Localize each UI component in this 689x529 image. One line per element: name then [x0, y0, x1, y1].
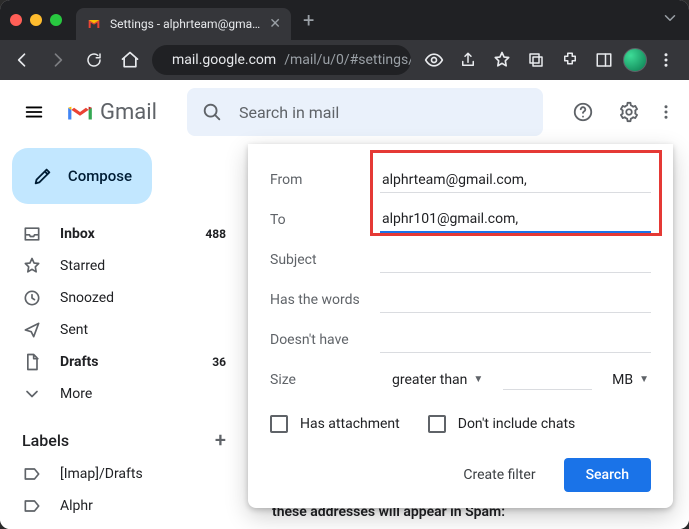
tab-close-icon[interactable]: ✕ — [269, 16, 281, 32]
size-operator-select[interactable]: greater than ▼ — [390, 368, 485, 393]
address-bar[interactable]: mail.google.com/mail/u/0/#settings/fi... — [152, 45, 411, 75]
compose-label: Compose — [68, 167, 132, 185]
label-item[interactable]: Alphr — [8, 490, 240, 522]
sidebar-item-label: More — [60, 386, 92, 402]
pencil-icon — [32, 165, 54, 187]
from-label: From — [270, 172, 380, 188]
size-operator-value: greater than — [392, 372, 467, 388]
has-words-label: Has the words — [270, 292, 380, 308]
no-chats-label: Don't include chats — [458, 416, 576, 432]
search-placeholder: Search in mail — [239, 103, 339, 122]
sidebar-item-count: 488 — [205, 227, 226, 241]
search-filter-panel: From To Subject Has the words — [248, 144, 673, 508]
sidebar-item-drafts[interactable]: Drafts 36 — [8, 346, 240, 378]
doesnt-have-label: Doesn't have — [270, 332, 380, 348]
url-path: /mail/u/0/#settings/fi... — [284, 52, 411, 68]
create-filter-button[interactable]: Create filter — [453, 459, 545, 491]
doesnt-have-input[interactable] — [380, 328, 651, 353]
label-icon — [22, 496, 42, 516]
size-value-input[interactable] — [503, 370, 592, 390]
hamburger-icon — [23, 101, 45, 123]
help-icon — [572, 101, 594, 123]
has-words-input[interactable] — [380, 288, 651, 313]
sidebar-item-label: Inbox — [60, 226, 95, 242]
chrome-menu-icon[interactable] — [651, 46, 681, 74]
dropdown-icon: ▼ — [473, 374, 483, 385]
gmail-logo[interactable]: Gmail — [66, 100, 157, 125]
label-name: Alphr — [60, 498, 93, 514]
to-input[interactable] — [380, 207, 651, 233]
sidebar-item-more[interactable]: More — [8, 378, 240, 410]
from-input[interactable] — [380, 168, 651, 193]
chevron-down-icon — [22, 384, 42, 404]
gear-icon — [618, 101, 640, 123]
profile-avatar[interactable] — [623, 48, 647, 72]
sidebar-item-label: Starred — [60, 258, 105, 274]
has-attachment-label: Has attachment — [300, 416, 400, 432]
labels-heading: Labels — [22, 431, 69, 450]
label-icon — [22, 464, 42, 484]
chevron-down-icon[interactable] — [661, 9, 679, 27]
product-name: Gmail — [100, 100, 157, 125]
back-button[interactable] — [8, 46, 36, 74]
url-host: mail.google.com — [172, 52, 276, 68]
to-label: To — [270, 212, 380, 228]
sidebar-item-label: Snoozed — [60, 290, 114, 306]
window-minimize-dot[interactable] — [30, 14, 42, 26]
search-icon — [201, 101, 223, 123]
sidebar-item-sent[interactable]: Sent — [8, 314, 240, 346]
star-icon — [22, 256, 42, 276]
new-tab-button[interactable]: + — [303, 8, 314, 32]
has-attachment-checkbox[interactable] — [270, 415, 288, 433]
size-unit-select[interactable]: MB ▼ — [610, 368, 651, 393]
share-icon[interactable] — [453, 46, 483, 74]
subject-label: Subject — [270, 252, 380, 268]
reload-button[interactable] — [80, 46, 108, 74]
tab-title: Settings - alphrteam@gmail.co — [110, 17, 261, 31]
no-chats-checkbox[interactable] — [428, 415, 446, 433]
sidebar-item-snoozed[interactable]: Snoozed — [8, 282, 240, 314]
size-unit-value: MB — [612, 372, 633, 388]
size-label: Size — [270, 372, 380, 388]
label-item[interactable]: [Imap]/Drafts — [8, 458, 240, 490]
clock-icon — [22, 288, 42, 308]
add-label-button[interactable]: + — [215, 428, 226, 452]
label-name: [Imap]/Drafts — [60, 466, 143, 482]
tab-groups-icon[interactable] — [521, 46, 551, 74]
dropdown-icon: ▼ — [639, 374, 649, 385]
settings-button[interactable] — [609, 92, 649, 132]
sidebar-item-count: 36 — [212, 355, 226, 369]
home-button[interactable] — [116, 46, 144, 74]
browser-tab[interactable]: Settings - alphrteam@gmail.co ✕ — [76, 8, 291, 40]
gmail-favicon-icon — [86, 16, 102, 32]
sidepanel-icon[interactable] — [589, 46, 619, 74]
window-zoom-dot[interactable] — [50, 14, 62, 26]
window-close-dot[interactable] — [10, 14, 22, 26]
eye-extension-icon[interactable] — [419, 46, 449, 74]
subject-input[interactable] — [380, 248, 651, 273]
main-menu-button[interactable] — [12, 90, 56, 134]
sidebar-item-inbox[interactable]: Inbox 488 — [8, 218, 240, 250]
extensions-icon[interactable] — [555, 46, 585, 74]
forward-button[interactable] — [44, 46, 72, 74]
sidebar-item-label: Sent — [60, 322, 88, 338]
help-button[interactable] — [563, 92, 603, 132]
compose-button[interactable]: Compose — [12, 148, 152, 204]
sidebar-item-starred[interactable]: Starred — [8, 250, 240, 282]
sidebar-item-label: Drafts — [60, 354, 98, 370]
search-bar[interactable]: Search in mail — [187, 88, 543, 136]
search-button[interactable]: Search — [564, 458, 651, 492]
gmail-logo-icon — [66, 101, 94, 123]
vertical-dots-icon — [657, 103, 675, 121]
inbox-icon — [22, 224, 42, 244]
bookmark-star-icon[interactable] — [487, 46, 517, 74]
send-icon — [22, 320, 42, 340]
app-menu-button[interactable] — [655, 92, 677, 132]
file-icon — [22, 352, 42, 372]
